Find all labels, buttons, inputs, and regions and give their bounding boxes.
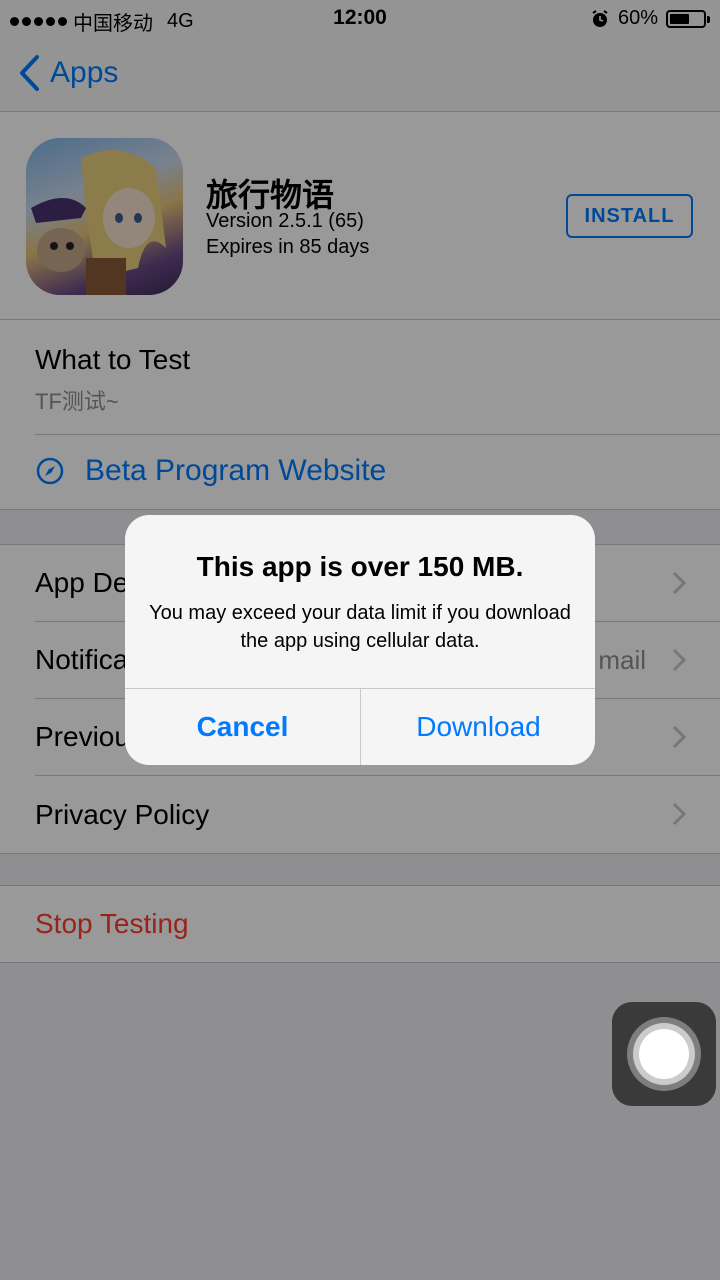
- alert-download-button[interactable]: Download: [361, 689, 595, 765]
- assistive-touch-icon: [639, 1029, 689, 1079]
- alert-cancel-button[interactable]: Cancel: [125, 689, 360, 765]
- alert-title: This app is over 150 MB.: [196, 551, 524, 582]
- alert-message: You may exceed your data limit if you do…: [149, 602, 571, 652]
- cellular-download-alert: This app is over 150 MB. You may exceed …: [125, 515, 595, 765]
- assistive-touch-button[interactable]: [612, 1002, 716, 1106]
